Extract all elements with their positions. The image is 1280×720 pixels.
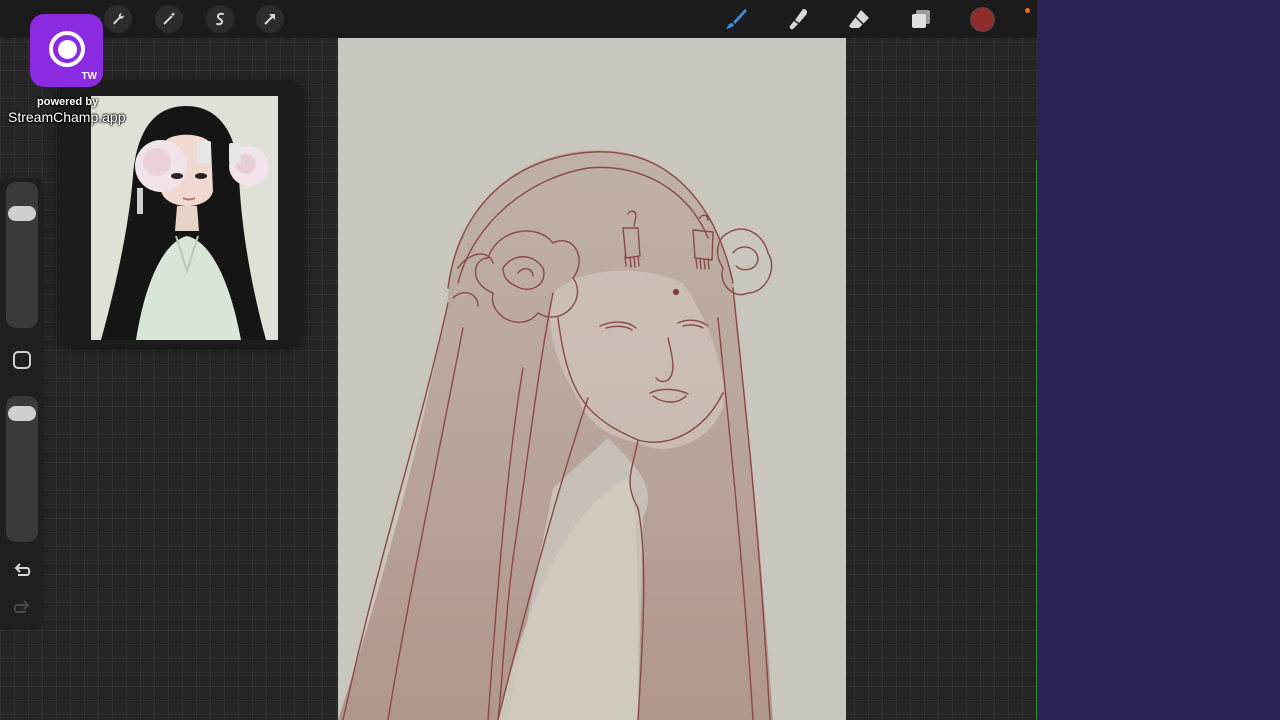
procreate-app: TW powered by StreamChamp.app	[0, 0, 1037, 720]
wrench-icon[interactable]	[104, 5, 132, 33]
drawing-canvas[interactable]	[338, 38, 846, 720]
stream-screen: TW powered by StreamChamp.app	[0, 0, 1280, 720]
badge-text: TW	[81, 71, 97, 82]
brush-size-thumb[interactable]	[8, 206, 36, 221]
smudge-icon[interactable]	[784, 5, 812, 33]
sketch-artwork	[338, 149, 773, 720]
side-panel	[1037, 0, 1280, 720]
opacity-slider[interactable]	[6, 396, 38, 542]
selection-icon[interactable]	[206, 5, 234, 33]
side-toolbar	[0, 178, 44, 630]
magic-wand-icon[interactable]	[155, 5, 183, 33]
streamchamp-logo: TW	[30, 14, 103, 87]
brush-size-slider[interactable]	[6, 182, 38, 328]
square-icon[interactable]	[10, 348, 34, 372]
record-icon	[49, 31, 85, 67]
brand-label: StreamChamp.app	[8, 109, 126, 125]
brush-icon[interactable]	[722, 5, 750, 33]
transform-arrow-icon[interactable]	[256, 5, 284, 33]
color-swatch[interactable]	[970, 7, 995, 32]
opacity-thumb[interactable]	[8, 406, 36, 421]
powered-by-label: powered by	[37, 96, 99, 108]
undo-icon[interactable]	[10, 558, 34, 582]
layers-icon[interactable]	[907, 5, 935, 33]
eraser-icon[interactable]	[845, 5, 873, 33]
redo-icon[interactable]	[10, 595, 34, 619]
notification-dot	[1025, 8, 1030, 13]
top-toolbar	[0, 0, 1037, 38]
reference-photo	[91, 96, 278, 340]
